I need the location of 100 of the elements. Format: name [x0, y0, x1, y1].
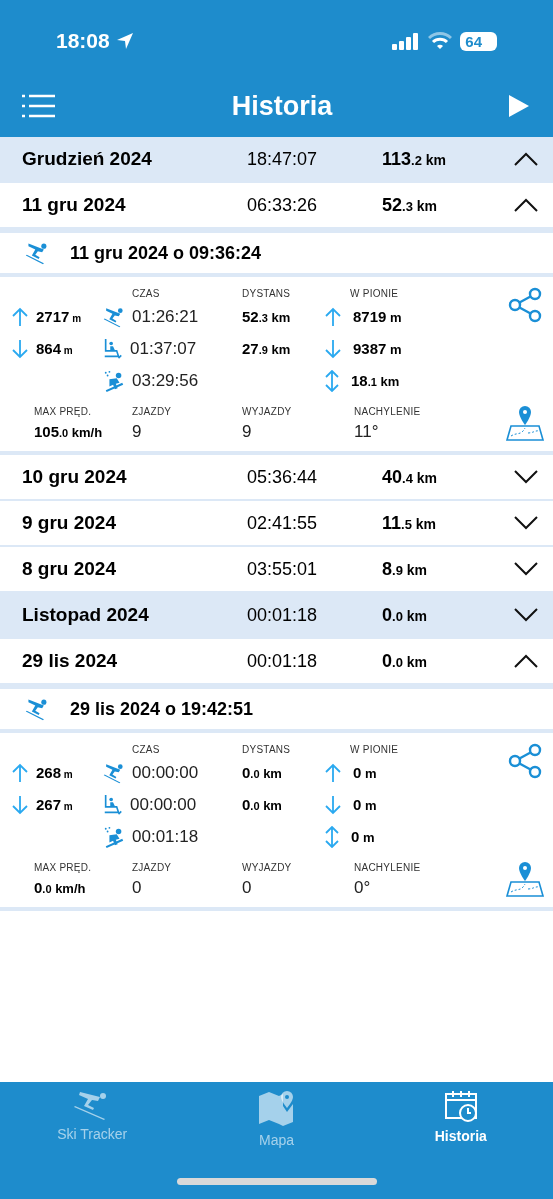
duration-value: 00:01:18: [132, 826, 199, 849]
stat-label: NACHYLENIE: [353, 861, 422, 875]
day-label: 10 gru 2024: [22, 464, 128, 489]
total-time: 05:36:44: [247, 465, 319, 489]
day-label: 29 lis 2024: [22, 648, 119, 673]
share-button[interactable]: [508, 287, 542, 323]
skier-icon: [102, 762, 126, 784]
vertical-value: 18.1 km: [351, 370, 400, 391]
wifi-icon: [428, 32, 453, 50]
total-time: 00:01:18: [247, 603, 319, 627]
up-arrow-icon: [12, 763, 28, 783]
stat-value: 11°: [353, 421, 380, 444]
up-arrow-icon: [325, 307, 341, 327]
down-arrow-icon: [325, 339, 341, 359]
stat-label: MAX PRĘD.: [33, 405, 93, 419]
stat-value: 9: [131, 421, 143, 444]
total-distance: 52.3 km: [382, 193, 438, 217]
chairlift-icon: [102, 794, 124, 816]
duration-value: 00:00:00: [130, 794, 197, 817]
stat-label: ZJAZDY: [131, 405, 173, 419]
total-time: 06:33:26: [247, 193, 319, 217]
column-header: W PIONIE: [349, 743, 400, 757]
vertical-value: 9387 m: [353, 338, 402, 359]
duration-value: 01:37:07: [130, 338, 197, 361]
vertical-value: 0 m: [353, 762, 377, 783]
up-down-arrow-icon: [325, 370, 339, 392]
duration-value: 01:26:21: [132, 306, 199, 329]
day-label: 11 gru 2024: [22, 192, 127, 217]
day-label: 9 gru 2024: [22, 510, 117, 535]
share-icon: [508, 287, 542, 323]
signal-icon: [392, 32, 421, 50]
map-icon: [258, 1090, 295, 1126]
distance-value: 27.9 km: [242, 338, 291, 359]
share-icon: [508, 743, 542, 779]
month-row[interactable]: Grudzień 2024 18:47:07 113.2 km: [0, 137, 553, 183]
total-time: 18:47:07: [247, 147, 319, 171]
distance-value: 0.0 km: [242, 762, 282, 783]
play-icon: [509, 95, 529, 117]
vertical-value: 8719 m: [353, 306, 402, 327]
down-arrow-icon: [12, 795, 28, 815]
stat-label: WYJAZDY: [242, 405, 293, 419]
play-button[interactable]: [509, 94, 531, 118]
column-header: DYSTANS: [242, 287, 292, 301]
up-arrow-icon: [12, 307, 28, 327]
month-label: Grudzień 2024: [22, 146, 153, 171]
skier-icon: [102, 306, 126, 328]
altitude-value: 864 m: [36, 338, 73, 359]
down-arrow-icon: [12, 339, 28, 359]
status-time: 18:08: [56, 28, 110, 55]
down-arrow-icon: [325, 795, 341, 815]
share-button[interactable]: [508, 743, 542, 779]
chairlift-icon: [102, 338, 124, 360]
stat-label: WYJAZDY: [242, 861, 293, 875]
total-distance: 0.0 km: [382, 649, 428, 673]
column-header: CZAS: [131, 743, 161, 757]
column-header: W PIONIE: [349, 287, 400, 301]
screen-title: Historia: [231, 89, 333, 123]
up-down-arrow-icon: [325, 826, 339, 848]
total-time: 02:41:55: [247, 511, 319, 535]
calendar-clock-icon: [444, 1090, 477, 1122]
total-time: 03:55:01: [247, 557, 319, 581]
total-distance: 40.4 km: [382, 465, 438, 489]
map-button[interactable]: [506, 861, 544, 897]
column-header: DYSTANS: [242, 743, 292, 757]
up-arrow-icon: [325, 763, 341, 783]
total-time: 00:01:18: [247, 649, 319, 673]
map-pin-icon: [506, 861, 544, 897]
distance-value: 52.3 km: [242, 306, 291, 327]
session-title: 11 gru 2024 o 09:36:24: [70, 241, 262, 265]
altitude-value: 267 m: [36, 794, 73, 815]
map-pin-icon: [506, 405, 544, 441]
altitude-value: 2717 m: [36, 306, 82, 327]
total-distance: 113.2 km: [382, 147, 447, 171]
stat-label: MAX PRĘD.: [33, 861, 93, 875]
day-label: 8 gru 2024: [22, 556, 117, 581]
distance-value: 0.0 km: [242, 794, 282, 815]
snowboarder-icon: [102, 370, 126, 392]
total-distance: 8.9 km: [382, 557, 428, 581]
stat-value: 0: [242, 877, 253, 900]
max-speed-value: 105.0 km/h: [34, 421, 103, 442]
vertical-value: 0 m: [351, 826, 375, 847]
altitude-value: 268 m: [36, 762, 73, 783]
duration-value: 00:00:00: [132, 762, 199, 785]
stat-value: 0: [131, 877, 143, 900]
battery-indicator: 64: [460, 31, 497, 51]
total-distance: 11.5 km: [382, 511, 437, 535]
stat-label: NACHYLENIE: [353, 405, 422, 419]
session-title: 29 lis 2024 o 19:42:51: [70, 697, 254, 721]
menu-icon: [22, 94, 55, 118]
stat-label: ZJAZDY: [131, 861, 173, 875]
menu-button[interactable]: [22, 94, 55, 118]
max-speed-value: 0.0 km/h: [34, 877, 86, 898]
location-arrow-icon: [115, 32, 134, 50]
snowboarder-icon: [102, 826, 126, 848]
month-label: Listopad 2024: [22, 602, 150, 627]
duration-value: 03:29:56: [132, 370, 199, 393]
month-row[interactable]: Listopad 2024 00:01:18 0.0 km: [0, 593, 553, 639]
stat-value: 0°: [353, 877, 372, 900]
map-button[interactable]: [506, 405, 544, 441]
tab-item[interactable]: Historia: [368, 1090, 553, 1162]
